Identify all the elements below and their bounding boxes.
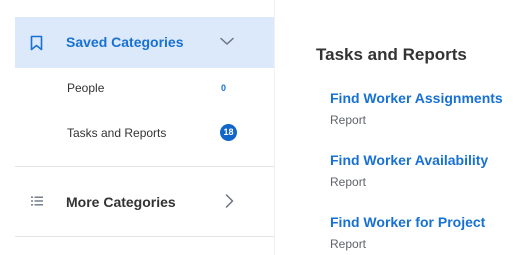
category-item-tasks-and-reports[interactable]: Tasks and Reports 18	[15, 114, 274, 154]
task-type-label: Report	[330, 113, 367, 127]
chevron-down-icon[interactable]	[220, 37, 234, 46]
saved-categories-header[interactable]: Saved Categories	[15, 17, 274, 68]
task-link-find-worker-for-project[interactable]: Find Worker for Project	[330, 214, 485, 230]
divider	[15, 166, 274, 167]
category-label: People	[67, 81, 105, 95]
task-link-find-worker-assignments[interactable]: Find Worker Assignments	[330, 90, 503, 106]
divider	[15, 236, 274, 237]
more-categories-title: More Categories	[66, 194, 176, 210]
left-gutter	[0, 0, 15, 255]
category-count: 0	[221, 83, 227, 93]
category-label: Tasks and Reports	[67, 126, 167, 140]
category-item-people[interactable]: People 0	[15, 69, 274, 109]
results-title: Tasks and Reports	[316, 45, 467, 64]
task-type-label: Report	[330, 237, 367, 251]
list-icon	[31, 196, 43, 206]
task-link-find-worker-availability[interactable]: Find Worker Availability	[330, 152, 488, 168]
bookmark-icon	[30, 35, 43, 51]
category-count-badge: 18	[220, 124, 237, 141]
more-categories-header[interactable]: More Categories	[15, 181, 274, 221]
task-type-label: Report	[330, 175, 367, 189]
category-sidebar: Saved Categories People 0 Tasks and Repo…	[15, 17, 274, 255]
chevron-right-icon[interactable]	[225, 194, 234, 208]
panel-divider	[274, 0, 275, 255]
saved-categories-title: Saved Categories	[66, 34, 184, 50]
